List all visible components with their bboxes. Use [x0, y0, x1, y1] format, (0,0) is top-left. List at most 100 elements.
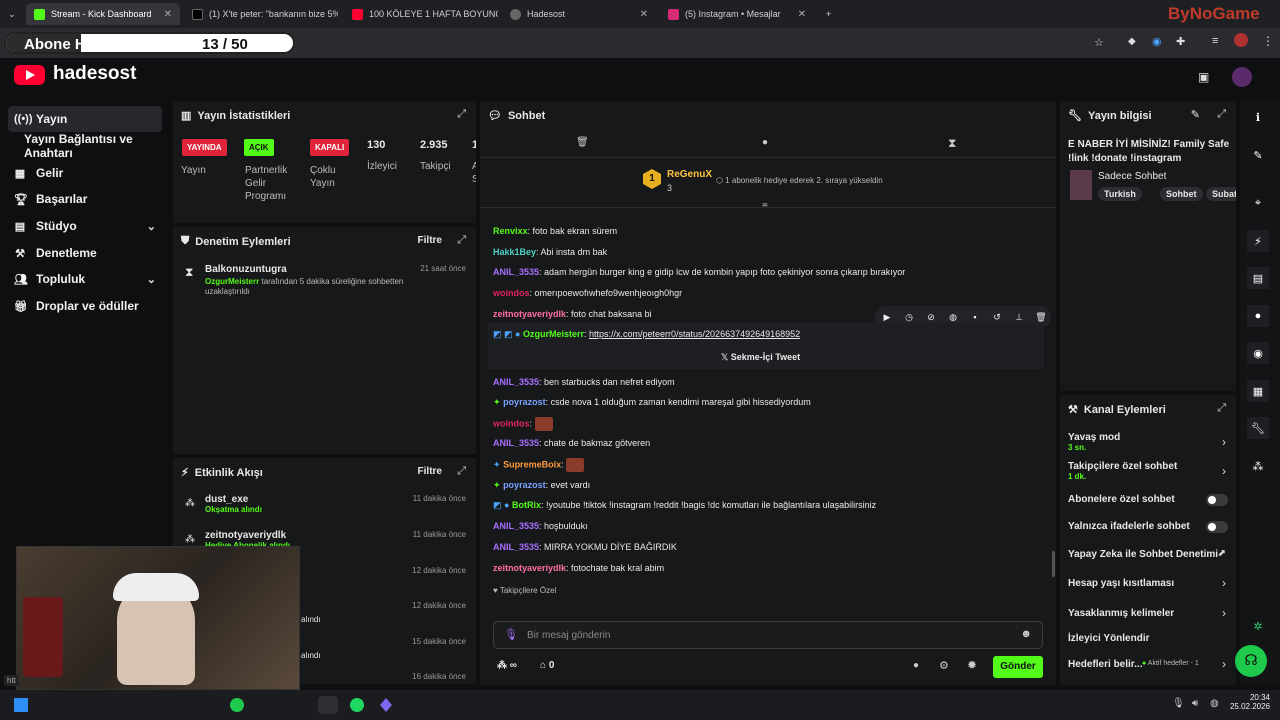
app-icon[interactable] — [380, 698, 392, 712]
unban-icon[interactable]: ⊘ — [921, 310, 941, 324]
chat-message[interactable]: zeitnotyaveriydlk: fotochate bak kral ab… — [493, 563, 664, 573]
chat-message[interactable]: ANIL_3535: MIRRA YOKMU DİYE BAĞIRDIK — [493, 542, 677, 552]
extensions-icon[interactable]: ✚ — [1176, 35, 1185, 48]
pin-icon[interactable]: ⊥ — [1009, 310, 1029, 324]
volume-icon[interactable]: 🔊︎ — [1192, 698, 1198, 709]
trash-icon[interactable]: 🗑︎ — [576, 137, 589, 148]
expand-icon[interactable]: ⤢ — [1217, 108, 1226, 121]
mic-icon[interactable]: 🎙︎ — [504, 628, 518, 641]
tweet-embed-button[interactable]: 𝕏 Sekme-İçi Tweet — [721, 352, 800, 363]
send-button[interactable]: Gönder — [993, 656, 1043, 678]
user-avatar[interactable] — [1232, 67, 1252, 87]
tab-kick-dashboard[interactable]: Stream - Kick Dashboard ✕ — [26, 3, 180, 25]
inbox-icon[interactable]: ▣ — [1198, 70, 1209, 84]
expand-icon[interactable]: ⤢ — [457, 234, 466, 247]
app-icon[interactable] — [230, 698, 244, 712]
tab-instagram[interactable]: (5) Instagram • Mesajlar ✕ — [660, 3, 814, 25]
chevron-right-icon[interactable]: › — [1222, 576, 1226, 590]
filter-button[interactable]: Filtre — [418, 235, 442, 246]
play-icon[interactable]: ▶ — [877, 310, 897, 324]
chat-input[interactable]: 🎙︎ Bir mesaj gönderin ☻ — [493, 621, 1043, 649]
chat-scrollbar[interactable] — [1052, 551, 1055, 577]
broadcast-icon[interactable]: ◉ — [1247, 342, 1269, 364]
chat-bubble-icon[interactable]: ● — [762, 137, 768, 148]
gear-icon[interactable]: ⚙ — [939, 659, 949, 672]
gift-count[interactable]: ⌂ 0 — [540, 660, 554, 671]
spotify-icon[interactable] — [350, 698, 364, 712]
gear-icon[interactable]: ✲ — [1247, 615, 1269, 637]
audio-icon[interactable]: ◉ — [1152, 35, 1162, 48]
close-icon[interactable]: ✕ — [798, 9, 806, 20]
chat-message[interactable]: ✦ poyrazost: evet vardı — [493, 480, 590, 491]
wrench-icon[interactable]: 🔧︎ — [1247, 417, 1269, 439]
tag[interactable]: Turkish — [1098, 187, 1142, 201]
close-icon[interactable]: ✕ — [164, 9, 172, 20]
raid-row[interactable]: İzleyici Yönlendir — [1068, 633, 1228, 644]
layout-icon[interactable]: ▦ — [1247, 380, 1269, 402]
media-icon[interactable]: ≡ — [1212, 35, 1218, 47]
slow-mode-row[interactable]: Yavaş mod 3 sn. — [1068, 432, 1228, 452]
chat-message[interactable]: woindos: omerıpoewofıwhefo9wenhjeoıgh0hg… — [493, 288, 682, 298]
windows-start-icon[interactable] — [14, 698, 28, 712]
close-icon[interactable]: ✕ — [640, 9, 648, 20]
nav-item-denetleme[interactable]: ⚒ Denetleme — [8, 240, 162, 266]
delete-icon[interactable]: 🗑︎ — [1031, 310, 1051, 324]
tag[interactable]: Subat — [1206, 187, 1236, 201]
settings-icon[interactable]: ✹ — [967, 658, 977, 672]
clipboard-icon[interactable]: ▤ — [1247, 267, 1269, 289]
nav-item-studyo[interactable]: ▤ Stüdyo ⌄ — [8, 213, 162, 239]
tab-youtube[interactable]: 100 KÖLEYE 1 HAFTA BOYUNCA — [344, 3, 498, 25]
bolt-icon[interactable]: ⚡︎ — [1247, 230, 1269, 252]
filter-button[interactable]: Filtre — [418, 466, 442, 477]
expand-icon[interactable]: ⤢ — [1217, 402, 1226, 415]
chevron-right-icon[interactable]: › — [1222, 435, 1226, 449]
support-headset-icon[interactable]: ☊ — [1235, 645, 1267, 677]
focus-icon[interactable]: ⌖ — [1247, 192, 1269, 214]
new-tab-button[interactable]: + — [818, 3, 840, 25]
chat-message[interactable]: ANIL_3535: ben starbucks dan nefret ediy… — [493, 377, 675, 387]
dots-icon[interactable]: ⁂ — [1247, 455, 1269, 477]
chrome-taskbar-icon[interactable] — [318, 696, 338, 714]
tab-hadesost[interactable]: Hadesost ✕ — [502, 3, 656, 25]
nav-item-gelir[interactable]: ▦ Gelir — [8, 160, 162, 186]
hourglass-icon[interactable]: ⧗ — [948, 136, 956, 151]
emoji-icon[interactable]: ☻ — [1020, 628, 1032, 640]
expand-icon[interactable]: ⤢ — [457, 465, 466, 478]
chat-icon[interactable]: ● — [1247, 305, 1269, 327]
goals-row[interactable]: Hedefleri belir... — [1068, 659, 1148, 670]
chat-bubble-icon[interactable]: ● — [913, 660, 919, 671]
reply-icon[interactable]: ◍ — [943, 310, 963, 324]
nav-item-stream-key[interactable]: Yayın Bağlantısı ve Anahtarı — [8, 132, 162, 160]
chat-message[interactable]: ✦ SupremeBoix: — [493, 458, 585, 472]
shield-icon[interactable]: ◆ — [1128, 36, 1136, 47]
nav-item-droplar[interactable]: 🎁︎ Droplar ve ödüller — [8, 293, 162, 319]
chat-message[interactable]: Hakk1Bey: Abi insta dm bak — [493, 247, 607, 257]
subscribers-only-toggle[interactable] — [1206, 494, 1228, 506]
chevron-right-icon[interactable]: › — [1222, 657, 1226, 671]
info-icon[interactable]: ℹ — [1247, 106, 1269, 128]
account-age-row[interactable]: Hesap yaşı kısıtlaması — [1068, 578, 1228, 589]
chat-message[interactable]: ANIL_3535: hoşbuldukı — [493, 521, 588, 531]
network-icon[interactable]: ◍ — [1210, 698, 1219, 709]
chat-message[interactable]: woindos: — [493, 417, 553, 431]
chat-message[interactable]: ✦ poyrazost: csde nova 1 olduğum zaman k… — [493, 397, 811, 408]
chevron-right-icon[interactable]: › — [1222, 606, 1226, 620]
mic-icon[interactable]: 🎙︎ — [1172, 698, 1185, 709]
undo-icon[interactable]: ↺ — [987, 310, 1007, 324]
external-link-icon[interactable]: ⬈ — [1218, 548, 1226, 559]
tab-x[interactable]: (1) X'te peter: "bankanın bize 5% — [184, 3, 338, 25]
profile-avatar[interactable] — [1234, 33, 1248, 47]
chevron-right-icon[interactable]: › — [1222, 464, 1226, 478]
tag[interactable]: Sohbet — [1160, 187, 1203, 201]
bookmark-star-icon[interactable]: ☆ — [1094, 36, 1104, 49]
chat-message[interactable]: ANIL_3535: adam hergün burger king e gid… — [493, 267, 905, 277]
nav-item-basarilar[interactable]: 🏆︎ Başarılar — [8, 186, 162, 212]
nav-item-topluluk[interactable]: 👥︎ Topluluk ⌄ — [8, 266, 162, 292]
banned-words-row[interactable]: Yasaklanmış kelimeler — [1068, 608, 1228, 619]
copy-icon[interactable]: ▪ — [965, 310, 985, 324]
edit-icon[interactable]: ✎ — [1247, 144, 1269, 166]
chat-message[interactable]: Renvixx: foto bak ekran sürem — [493, 226, 617, 236]
clock-icon[interactable]: ◷ — [899, 310, 919, 324]
chat-message[interactable]: zeitnotyaveriydlk: foto chat baksana bi — [493, 309, 652, 319]
followers-only-row[interactable]: Takipçilere özel sohbet 1 dk. — [1068, 461, 1228, 481]
